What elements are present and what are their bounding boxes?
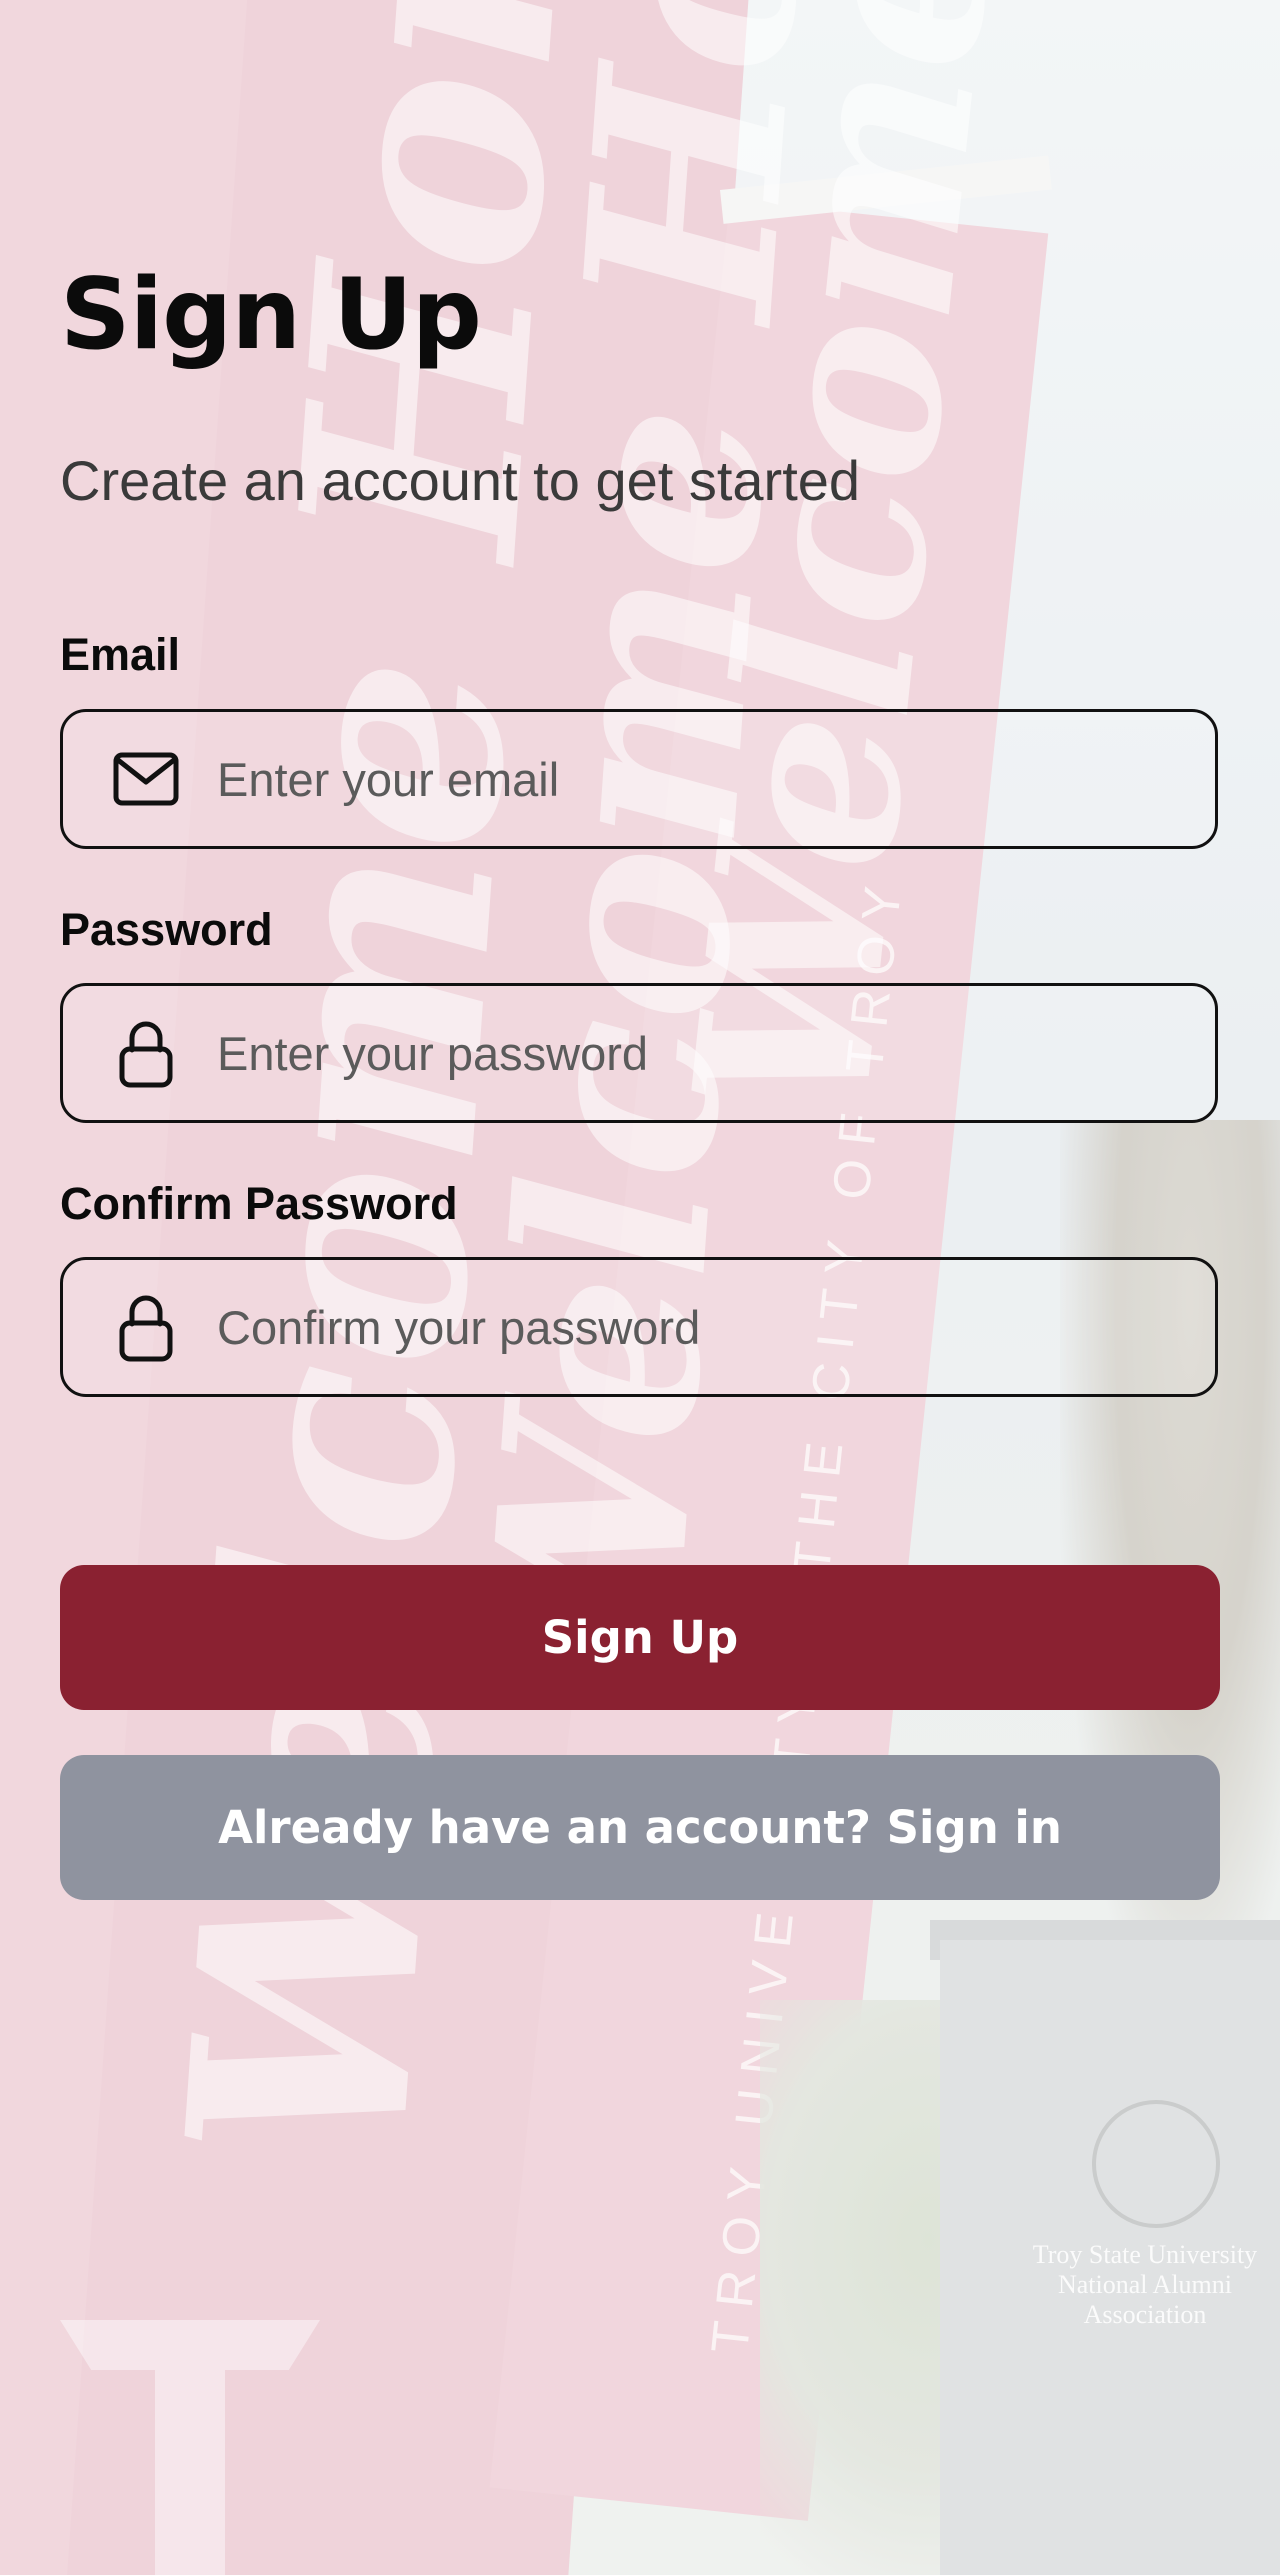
mail-icon <box>111 744 181 814</box>
password-input[interactable] <box>217 986 1215 1120</box>
email-label: Email <box>60 629 181 680</box>
confirm-password-field[interactable] <box>60 1257 1218 1397</box>
email-field[interactable] <box>60 709 1218 849</box>
confirm-password-label: Confirm Password <box>60 1178 458 1229</box>
lock-icon <box>111 1292 181 1362</box>
page-subtitle: Create an account to get started <box>60 449 861 512</box>
sign-up-button[interactable]: Sign Up <box>60 1565 1220 1710</box>
sign-in-link-button[interactable]: Already have an account? Sign in <box>60 1755 1220 1900</box>
lock-icon <box>111 1018 181 1088</box>
password-field[interactable] <box>60 983 1218 1123</box>
password-label: Password <box>60 904 273 955</box>
sign-up-screen: Welcome Home Welcome Home Welcome Home T… <box>0 0 1280 2575</box>
email-input[interactable] <box>217 712 1215 846</box>
confirm-password-input[interactable] <box>217 1260 1215 1394</box>
page-title: Sign Up <box>60 258 482 372</box>
